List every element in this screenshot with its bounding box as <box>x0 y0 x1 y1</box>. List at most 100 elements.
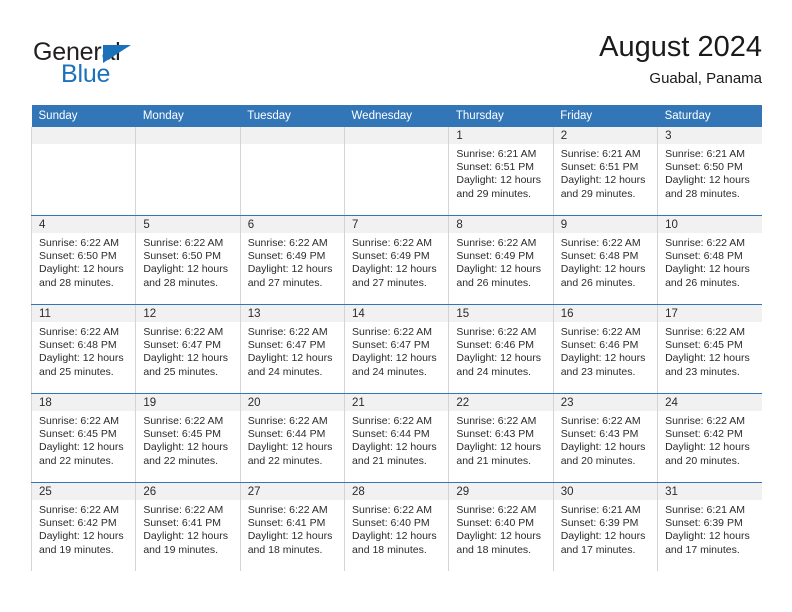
daylight-text: Daylight: 12 hours and 27 minutes. <box>352 263 437 289</box>
calendar-day-cell[interactable]: 20 Sunrise: 6:22 AM Sunset: 6:44 PM Dayligh… <box>239 393 345 483</box>
sunrise-text: Sunrise: 6:21 AM <box>560 504 641 516</box>
calendar-day-cell[interactable]: 14 Sunrise: 6:22 AM Sunset: 6:47 PM Dayligh… <box>344 304 449 394</box>
day-details: Sunrise: 6:21 AM Sunset: 6:39 PM Daylight:… <box>658 500 762 557</box>
weekday-header-thursday: Thursday <box>448 105 554 127</box>
sunset-text: Sunset: 6:51 PM <box>456 161 535 174</box>
calendar-day-cell[interactable]: 12 Sunrise: 6:22 AM Sunset: 6:47 PM Dayligh… <box>135 304 241 394</box>
calendar-day-cell[interactable]: 13 Sunrise: 6:22 AM Sunset: 6:47 PM Dayligh… <box>239 304 345 394</box>
calendar-week-row: 1 Sunrise: 6:21 AM Sunset: 6:51 PM Daylight… <box>30 127 762 216</box>
day-number: 17 <box>658 305 762 322</box>
calendar-day-cell[interactable]: 3 Sunrise: 6:21 AM Sunset: 6:50 PM Daylight… <box>657 127 762 216</box>
sunset-text: Sunset: 6:45 PM <box>665 339 743 352</box>
calendar-day-cell[interactable]: 21 Sunrise: 6:22 AM Sunset: 6:44 PM Dayligh… <box>344 393 449 483</box>
sunset-text: Sunset: 6:48 PM <box>560 250 639 263</box>
calendar-day-cell[interactable]: 5 Sunrise: 6:22 AM Sunset: 6:50 PM Daylight… <box>135 215 241 305</box>
sunset-text: Sunset: 6:39 PM <box>665 517 743 530</box>
day-number <box>32 127 136 144</box>
calendar-day-cell[interactable]: 2 Sunrise: 6:21 AM Sunset: 6:51 PM Daylight… <box>552 127 658 216</box>
calendar-day-cell[interactable]: 17 Sunrise: 6:22 AM Sunset: 6:45 PM Dayligh… <box>657 304 762 394</box>
day-details: Sunrise: 6:22 AM Sunset: 6:47 PM Daylight:… <box>241 322 344 379</box>
day-number: 8 <box>449 216 553 233</box>
weekday-header-saturday: Saturday <box>657 105 762 127</box>
calendar-day-cell[interactable]: 25 Sunrise: 6:22 AM Sunset: 6:42 PM Dayligh… <box>30 482 136 571</box>
daylight-text: Daylight: 12 hours and 26 minutes. <box>560 263 646 289</box>
page-subtitle: Guabal, Panama <box>649 70 762 87</box>
daylight-text: Daylight: 12 hours and 22 minutes. <box>143 441 228 467</box>
day-number: 31 <box>658 483 762 500</box>
calendar-head: Sunday Monday Tuesday Wednesday Thursday… <box>31 105 762 127</box>
calendar-day-cell[interactable]: 18 Sunrise: 6:22 AM Sunset: 6:45 PM Dayligh… <box>30 393 136 483</box>
sunrise-text: Sunrise: 6:21 AM <box>665 504 746 516</box>
day-number: 30 <box>553 483 658 500</box>
daylight-text: Daylight: 12 hours and 24 minutes. <box>247 352 333 378</box>
day-number: 27 <box>240 483 345 500</box>
day-number: 18 <box>32 394 136 411</box>
day-number: 15 <box>449 305 553 322</box>
sunset-text: Sunset: 6:45 PM <box>39 428 117 441</box>
day-details: Sunrise: 6:22 AM Sunset: 6:40 PM Daylight:… <box>345 500 448 557</box>
day-details: Sunrise: 6:22 AM Sunset: 6:44 PM Daylight:… <box>345 411 448 468</box>
sunrise-text: Sunrise: 6:22 AM <box>247 415 328 427</box>
sunrise-text: Sunrise: 6:22 AM <box>143 504 224 516</box>
calendar-day-cell[interactable]: 10 Sunrise: 6:22 AM Sunset: 6:48 PM Dayligh… <box>657 215 762 305</box>
daylight-text: Daylight: 12 hours and 19 minutes. <box>143 530 228 556</box>
calendar-day-cell[interactable]: 29 Sunrise: 6:22 AM Sunset: 6:40 PM Dayligh… <box>448 482 554 571</box>
daylight-text: Daylight: 12 hours and 24 minutes. <box>456 352 542 378</box>
day-number: 3 <box>658 127 762 144</box>
day-number: 16 <box>553 305 658 322</box>
calendar-day-cell[interactable]: 15 Sunrise: 6:22 AM Sunset: 6:46 PM Dayligh… <box>448 304 554 394</box>
sunrise-text: Sunrise: 6:22 AM <box>247 326 328 338</box>
calendar-grid: Sunday Monday Tuesday Wednesday Thursday… <box>30 105 762 571</box>
calendar-day-cell[interactable]: 19 Sunrise: 6:22 AM Sunset: 6:45 PM Dayligh… <box>135 393 241 483</box>
day-number: 5 <box>136 216 240 233</box>
calendar-day-cell[interactable]: 1 Sunrise: 6:21 AM Sunset: 6:51 PM Daylight… <box>448 127 554 216</box>
day-number: 1 <box>449 127 553 144</box>
sunrise-text: Sunrise: 6:22 AM <box>39 237 119 249</box>
day-details: Sunrise: 6:22 AM Sunset: 6:43 PM Daylight:… <box>449 411 552 468</box>
sunrise-text: Sunrise: 6:22 AM <box>352 326 432 338</box>
calendar-day-cell[interactable]: 7 Sunrise: 6:22 AM Sunset: 6:49 PM Daylight… <box>344 215 449 305</box>
calendar-day-cell[interactable]: 11 Sunrise: 6:22 AM Sunset: 6:48 PM Dayligh… <box>30 304 136 394</box>
day-details: Sunrise: 6:22 AM Sunset: 6:48 PM Daylight:… <box>658 233 762 290</box>
calendar-day-cell[interactable]: 4 Sunrise: 6:22 AM Sunset: 6:50 PM Daylight… <box>30 215 136 305</box>
calendar-day-cell[interactable]: 30 Sunrise: 6:21 AM Sunset: 6:39 PM Dayligh… <box>552 482 658 571</box>
sunrise-text: Sunrise: 6:22 AM <box>560 326 641 338</box>
daylight-text: Daylight: 12 hours and 17 minutes. <box>560 530 646 556</box>
daylight-text: Daylight: 12 hours and 20 minutes. <box>560 441 646 467</box>
calendar-day-cell[interactable]: 16 Sunrise: 6:22 AM Sunset: 6:46 PM Dayligh… <box>552 304 658 394</box>
sunrise-text: Sunrise: 6:22 AM <box>456 504 537 516</box>
calendar-day-cell[interactable]: 24 Sunrise: 6:22 AM Sunset: 6:42 PM Dayligh… <box>657 393 762 483</box>
daylight-text: Daylight: 12 hours and 19 minutes. <box>39 530 124 556</box>
day-details: Sunrise: 6:22 AM Sunset: 6:49 PM Daylight:… <box>345 233 448 290</box>
daylight-text: Daylight: 12 hours and 29 minutes. <box>456 174 542 200</box>
calendar-day-cell[interactable]: 28 Sunrise: 6:22 AM Sunset: 6:40 PM Dayligh… <box>344 482 449 571</box>
calendar-day-cell[interactable]: 26 Sunrise: 6:22 AM Sunset: 6:41 PM Dayligh… <box>135 482 241 571</box>
day-details: Sunrise: 6:22 AM Sunset: 6:50 PM Daylight:… <box>136 233 239 290</box>
calendar-page: General Blue August 2024 Guabal, Panama … <box>0 0 792 612</box>
daylight-text: Daylight: 12 hours and 17 minutes. <box>665 530 750 556</box>
daylight-text: Daylight: 12 hours and 26 minutes. <box>665 263 750 289</box>
day-number <box>345 127 449 144</box>
calendar-day-cell[interactable]: 22 Sunrise: 6:22 AM Sunset: 6:43 PM Dayligh… <box>448 393 554 483</box>
calendar-day-cell[interactable]: 8 Sunrise: 6:22 AM Sunset: 6:49 PM Daylight… <box>448 215 554 305</box>
day-number: 25 <box>32 483 136 500</box>
daylight-text: Daylight: 12 hours and 28 minutes. <box>39 263 124 289</box>
calendar-day-cell[interactable]: 6 Sunrise: 6:22 AM Sunset: 6:49 PM Daylight… <box>239 215 345 305</box>
sunset-text: Sunset: 6:48 PM <box>39 339 117 352</box>
calendar-day-cell[interactable]: 31 Sunrise: 6:21 AM Sunset: 6:39 PM Dayligh… <box>657 482 762 571</box>
daylight-text: Daylight: 12 hours and 23 minutes. <box>665 352 750 378</box>
daylight-text: Daylight: 12 hours and 22 minutes. <box>39 441 124 467</box>
day-details: Sunrise: 6:21 AM Sunset: 6:50 PM Daylight:… <box>658 144 762 201</box>
weekday-header-monday: Monday <box>135 105 241 127</box>
sunset-text: Sunset: 6:42 PM <box>665 428 743 441</box>
day-details: Sunrise: 6:22 AM Sunset: 6:47 PM Daylight:… <box>345 322 448 379</box>
calendar-day-cell[interactable]: 27 Sunrise: 6:22 AM Sunset: 6:41 PM Dayligh… <box>239 482 345 571</box>
day-number <box>240 127 345 144</box>
calendar-day-cell[interactable]: 9 Sunrise: 6:22 AM Sunset: 6:48 PM Daylight… <box>552 215 658 305</box>
day-details: Sunrise: 6:22 AM Sunset: 6:47 PM Daylight:… <box>136 322 239 379</box>
day-details: Sunrise: 6:21 AM Sunset: 6:51 PM Daylight:… <box>554 144 657 201</box>
calendar-day-cell[interactable]: 23 Sunrise: 6:22 AM Sunset: 6:43 PM Dayligh… <box>552 393 658 483</box>
weekday-header-sunday: Sunday <box>31 105 136 127</box>
daylight-text: Daylight: 12 hours and 25 minutes. <box>39 352 124 378</box>
sunset-text: Sunset: 6:49 PM <box>456 250 535 263</box>
